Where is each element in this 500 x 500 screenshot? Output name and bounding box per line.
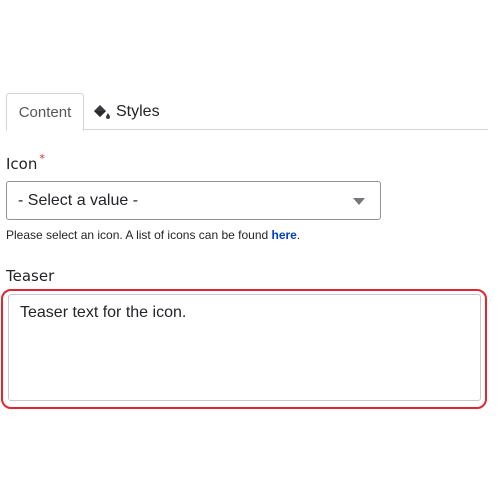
teaser-field-label: Teaser — [6, 267, 55, 285]
icon-help-text-body: Please select an icon. A list of icons c… — [6, 228, 272, 242]
paint-bucket-icon — [93, 103, 113, 121]
icon-field-label-text: Icon — [6, 155, 38, 173]
tab-content[interactable]: Content — [6, 93, 84, 131]
icon-field-label: Icon * — [6, 152, 45, 173]
dropdown-arrow-icon — [353, 198, 365, 205]
required-marker: * — [39, 152, 45, 165]
teaser-highlight: Teaser text for the icon. — [1, 289, 487, 409]
tab-styles[interactable]: Styles — [93, 93, 160, 130]
icon-select[interactable]: - Select a value - — [6, 181, 381, 220]
tab-styles-label: Styles — [116, 102, 160, 120]
tab-content-label: Content — [18, 103, 72, 121]
tab-bar: Content Styles — [6, 93, 488, 131]
icon-list-link[interactable]: here — [272, 228, 297, 242]
icon-help-text: Please select an icon. A list of icons c… — [6, 228, 300, 242]
icon-help-text-suffix: . — [296, 228, 301, 242]
icon-select-value: - Select a value - — [18, 191, 139, 209]
teaser-textarea[interactable]: Teaser text for the icon. — [8, 294, 481, 401]
